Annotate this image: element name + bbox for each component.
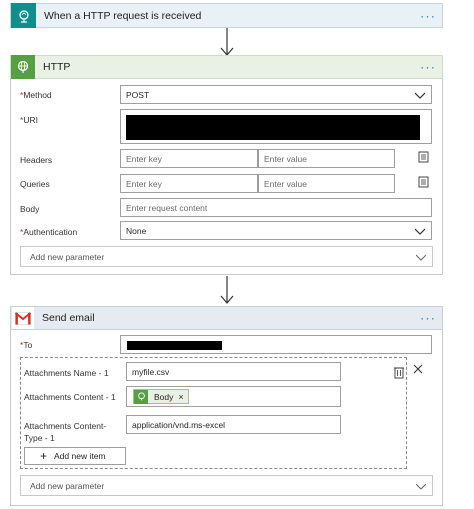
remove-token-icon[interactable]: × xyxy=(178,392,183,402)
queries-value-input[interactable]: Enter value xyxy=(258,174,395,193)
add-new-item-button[interactable]: + Add new item xyxy=(24,447,126,465)
http-title: HTTP xyxy=(43,61,71,73)
close-icon[interactable] xyxy=(413,364,423,374)
queries-key-input[interactable]: Enter key xyxy=(120,174,258,193)
plus-icon: + xyxy=(40,449,48,463)
email-add-parameter-dropdown[interactable]: Add new parameter xyxy=(20,475,433,496)
trigger-title: When a HTTP request is received xyxy=(44,9,202,22)
delete-item-icon[interactable] xyxy=(393,366,405,379)
switch-to-text-mode-icon[interactable] xyxy=(418,151,429,163)
to-input[interactable] xyxy=(120,335,432,354)
to-label: *To xyxy=(20,340,33,350)
chevron-down-icon xyxy=(415,228,425,235)
http-add-parameter-dropdown[interactable]: Add new parameter xyxy=(20,246,433,267)
gmail-icon xyxy=(12,307,34,329)
http-globe-icon xyxy=(134,389,148,404)
switch-to-text-mode-icon[interactable] xyxy=(418,176,429,188)
attachment-name-label: Attachments Name - 1 xyxy=(24,368,109,378)
attachment-content-type-input[interactable]: application/vnd.ms-excel xyxy=(126,415,341,434)
attachment-content-input[interactable]: Body × xyxy=(126,386,341,407)
http-more-menu[interactable]: ··· xyxy=(420,60,436,75)
attachment-content-label: Attachments Content - 1 xyxy=(24,392,116,402)
chevron-down-icon xyxy=(416,254,426,261)
method-value: POST xyxy=(126,89,150,100)
uri-redacted xyxy=(126,115,420,140)
chevron-down-icon xyxy=(415,92,425,99)
body-token[interactable]: Body × xyxy=(133,389,189,404)
queries-label: Queries xyxy=(20,179,50,189)
uri-label: *URI xyxy=(20,115,38,125)
headers-value-input[interactable]: Enter value xyxy=(258,149,395,168)
trigger-card-header[interactable]: When a HTTP request is received ··· xyxy=(10,3,443,28)
send-email-card-header[interactable]: Send email ··· xyxy=(10,306,443,330)
send-email-title: Send email xyxy=(42,312,95,324)
http-globe-icon xyxy=(11,55,35,79)
attachment-name-input[interactable]: myfile.csv xyxy=(126,362,341,381)
authentication-label: *Authentication xyxy=(20,227,78,237)
http-card-header[interactable]: HTTP ··· xyxy=(10,55,443,79)
headers-key-input[interactable]: Enter key xyxy=(120,149,258,168)
body-token-label: Body xyxy=(154,391,174,402)
chevron-down-icon xyxy=(416,483,426,490)
flow-arrow-icon xyxy=(220,276,234,304)
attachment-content-type-label: Attachments Content-Type - 1 xyxy=(24,421,107,443)
method-label: *Method xyxy=(20,90,52,100)
uri-input[interactable] xyxy=(120,109,432,144)
send-email-more-menu[interactable]: ··· xyxy=(420,311,436,326)
http-request-trigger-icon xyxy=(11,3,36,28)
flow-arrow-icon xyxy=(220,28,234,56)
body-input[interactable]: Enter request content xyxy=(120,198,432,217)
authentication-dropdown[interactable]: None xyxy=(120,221,432,240)
to-redacted xyxy=(127,341,222,350)
authentication-value: None xyxy=(126,225,147,236)
body-label: Body xyxy=(20,204,40,214)
method-dropdown[interactable]: POST xyxy=(120,85,432,104)
trigger-more-menu[interactable]: ··· xyxy=(420,8,436,23)
headers-label: Headers xyxy=(20,155,53,165)
